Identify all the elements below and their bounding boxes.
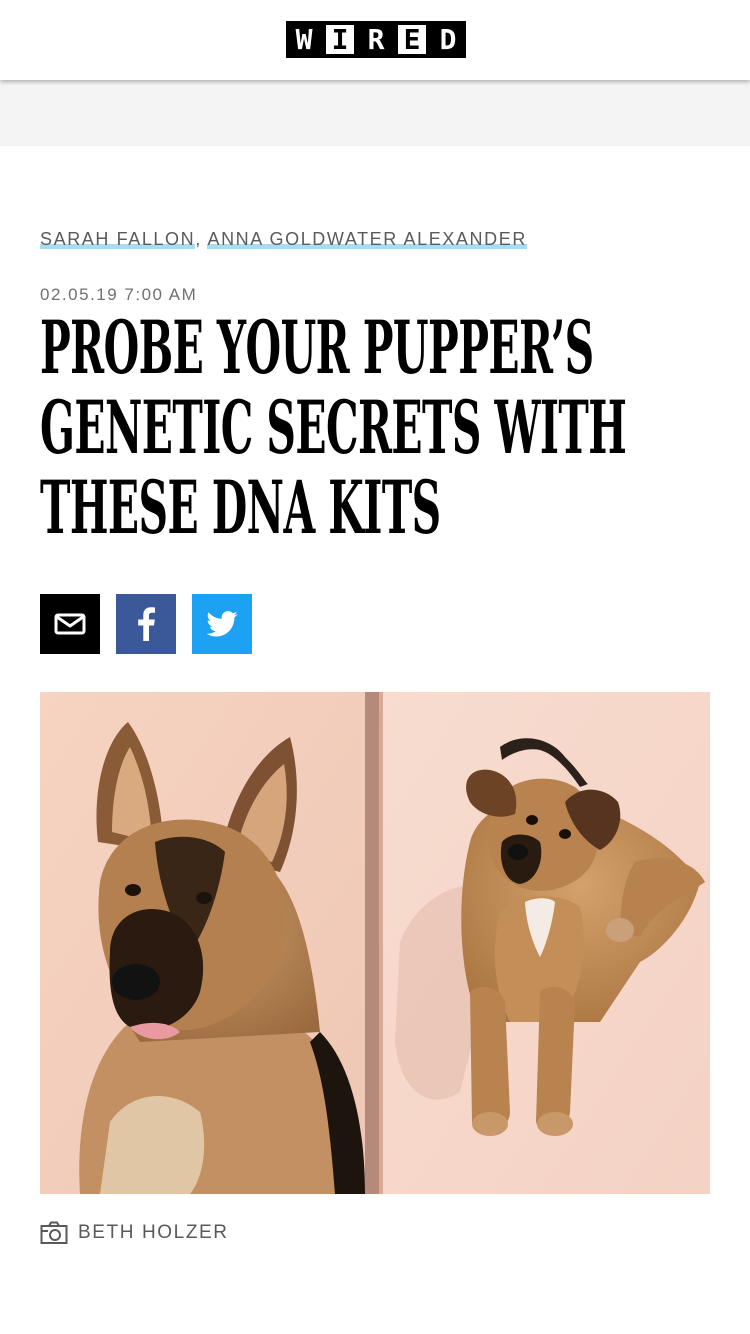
twitter-icon — [206, 611, 238, 637]
publish-date: 02.05.19 7:00 AM — [40, 285, 198, 304]
share-facebook-button[interactable] — [116, 594, 176, 654]
author-link-anna-goldwater-alexander[interactable]: ANNA GOLDWATER ALEXANDER — [207, 229, 526, 249]
byline: SARAH FALLON, ANNA GOLDWATER ALEXANDER — [40, 229, 527, 250]
email-icon — [54, 613, 86, 635]
photo-credit-name: BETH HOLZER — [78, 1222, 229, 1243]
article-title: PROBE YOUR PUPPER’S GENETIC SECRETS WITH… — [40, 305, 627, 551]
ad-placeholder — [0, 80, 750, 146]
logo-letter-i: I — [322, 21, 358, 58]
logo-letter-e: E — [394, 21, 430, 58]
site-header: W I R E D — [0, 0, 750, 80]
logo-letter-w: W — [286, 21, 322, 58]
camera-icon — [40, 1221, 68, 1244]
facebook-icon — [138, 607, 155, 641]
author-link-sarah-fallon[interactable]: SARAH FALLON — [40, 229, 195, 249]
share-email-button[interactable] — [40, 594, 100, 654]
photo-credit: BETH HOLZER — [40, 1221, 229, 1245]
share-twitter-button[interactable] — [192, 594, 252, 654]
article-lead-photo[interactable] — [40, 692, 710, 1194]
author-separator: , — [195, 229, 202, 249]
wired-logo[interactable]: W I R E D — [286, 21, 466, 58]
logo-letter-r: R — [358, 21, 394, 58]
logo-letter-d: D — [430, 21, 466, 58]
share-buttons — [40, 594, 252, 654]
dogs-photo-illustration — [40, 692, 710, 1194]
